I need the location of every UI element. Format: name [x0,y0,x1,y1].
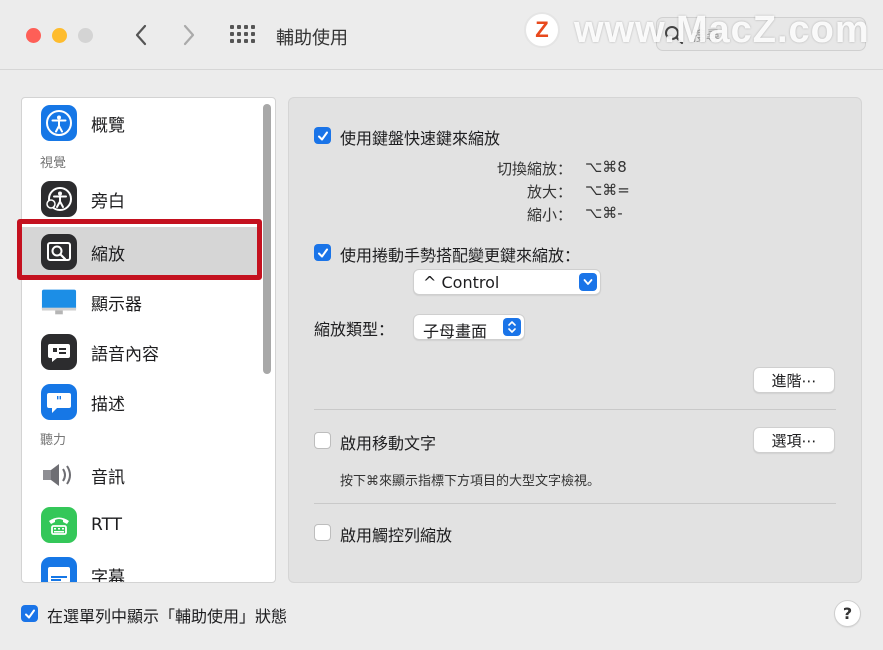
scroll-gesture-label: 使用捲動手勢搭配變更鍵來縮放： [340,246,581,265]
shortcut-toggle-label: 切換縮放： [496,160,572,178]
sidebar-item-label: RTT [91,515,123,535]
close-button[interactable] [26,28,41,43]
sidebar-item-label: 音訊 [91,467,125,488]
hover-text-checkbox[interactable] [314,432,331,449]
shortcut-toggle-keys: ⌥⌘8 [585,158,627,176]
touch-bar-zoom-checkbox[interactable] [314,524,331,541]
sidebar-item-display[interactable]: 顯示器 [22,277,258,327]
accessibility-window: 輔助使用 搜尋 Z www.MacZ.com 概覽 視覺 旁白 縮放 顯示器 語… [0,0,883,650]
section-hearing: 聽力 [40,433,67,448]
window-title: 輔助使用 [276,28,348,49]
shortcut-zoom-in-label: 放大： [526,183,572,201]
scroll-gesture-checkbox[interactable] [314,244,331,261]
chevron-left-icon [135,24,147,46]
sidebar-item-captions[interactable]: 字幕 [22,550,258,583]
scrollbar-thumb[interactable] [263,104,271,374]
keyboard-shortcuts-label: 使用鍵盤快速鍵來縮放 [340,129,501,148]
zoom-window-button[interactable] [78,28,93,43]
accessibility-icon [41,105,77,141]
sidebar-item-label: 描述 [91,394,125,415]
checkmark-icon [317,131,328,140]
sidebar-item-label: 語音內容 [91,344,159,365]
forward-button[interactable] [175,20,203,50]
sidebar-item-label: 顯示器 [91,294,142,315]
descriptions-icon: " [41,384,77,420]
modifier-key-value: ^ Control [423,273,500,292]
voiceover-icon [41,181,77,217]
watermark-logo-icon: Z [524,12,560,48]
back-button[interactable] [127,20,155,50]
keyboard-shortcuts-checkbox[interactable] [314,127,331,144]
minimize-button[interactable] [52,28,67,43]
hover-text-label: 啟用移動文字 [340,434,437,453]
zoom-style-label: 縮放類型： [314,320,395,339]
shortcut-zoom-out-keys: ⌥⌘- [585,204,623,222]
show-all-grid-icon[interactable] [230,25,256,45]
rtt-icon [41,507,77,543]
sidebar-item-label: 旁白 [91,191,125,212]
watermark: Z www.MacZ.com [524,8,870,52]
zoom-settings-panel [288,97,862,583]
sidebar-item-overview[interactable]: 概覽 [22,98,258,148]
spoken-content-icon [41,334,77,370]
sidebar-item-label: 概覽 [91,115,125,136]
chevron-down-icon [579,273,597,291]
chevron-right-icon [183,24,195,46]
title-bar: 輔助使用 搜尋 Z www.MacZ.com [0,0,883,70]
advanced-button[interactable]: 進階⋯ [753,367,835,393]
captions-icon [41,557,77,582]
checkmark-icon [317,248,328,257]
svg-text:": " [56,394,62,408]
divider [314,409,836,410]
show-in-menu-bar-checkbox[interactable] [21,605,38,622]
sidebar-item-voiceover[interactable]: 旁白 [22,174,258,224]
zoom-style-popup[interactable]: 子母畫面 [413,314,525,341]
hover-text-hint: 按下⌘來顯示指標下方項目的大型文字檢視。 [340,474,601,489]
sidebar-item-rtt[interactable]: RTT [22,500,258,550]
highlight-annotation [17,219,262,280]
checkmark-icon [24,609,35,618]
sidebar[interactable]: 概覽 視覺 旁白 縮放 顯示器 語音內容 " 描述 聽力 音訊 RTT 字幕 [21,97,276,583]
audio-icon [41,457,77,493]
modifier-key-popup[interactable]: ^ Control [413,269,601,295]
touch-bar-zoom-label: 啟用觸控列縮放 [340,526,453,545]
sidebar-scrollbar[interactable] [261,100,273,580]
help-button[interactable]: ? [834,600,861,627]
sidebar-item-spoken-content[interactable]: 語音內容 [22,327,258,377]
display-icon [41,284,77,320]
sidebar-item-descriptions[interactable]: " 描述 [22,377,258,427]
chevron-updown-icon [503,318,521,336]
shortcut-zoom-in-keys: ⌥⌘= [585,181,630,199]
show-in-menu-bar-label: 在選單列中顯示「輔助使用」狀態 [47,607,288,626]
watermark-text: www.MacZ.com [574,8,870,51]
shortcut-zoom-out-label: 縮小： [526,206,572,224]
sidebar-item-audio[interactable]: 音訊 [22,450,258,500]
section-vision: 視覺 [40,156,67,171]
sidebar-item-label: 字幕 [91,567,125,583]
zoom-style-value: 子母畫面 [423,322,488,341]
hover-text-options-button[interactable]: 選項⋯ [753,427,835,453]
divider [314,503,836,504]
